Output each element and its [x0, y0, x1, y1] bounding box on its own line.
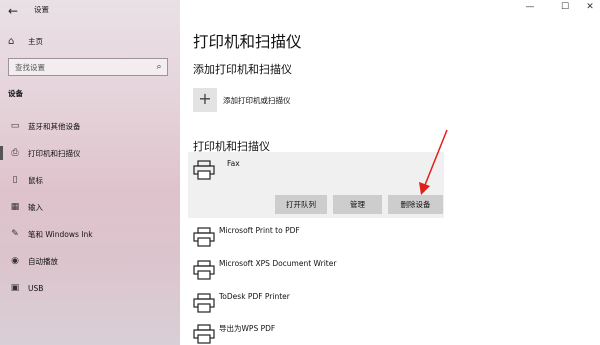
window-title: 设置	[34, 5, 49, 14]
sidebar-item-usb[interactable]: ▣ USB	[0, 278, 180, 298]
sidebar-item-label: 笔和 Windows Ink	[28, 229, 93, 239]
sidebar-item-label: 鼠标	[28, 175, 43, 185]
search-icon[interactable]: ⌕	[151, 62, 167, 72]
sidebar: ← 设置 ⌂ 主页 ⌕ 设备 ▭ 蓝牙和其他设备 ⎙ 打印机和扫描仪 ▯ 鼠标 …	[0, 0, 180, 345]
sidebar-item-bluetooth[interactable]: ▭ 蓝牙和其他设备	[0, 116, 180, 136]
sidebar-item-label: USB	[28, 283, 44, 293]
device-name: 导出为WPS PDF	[219, 324, 276, 333]
plus-icon: +	[193, 88, 217, 112]
section-title-devices: 设备	[8, 89, 23, 98]
sidebar-item-label: 打印机和扫描仪	[28, 148, 81, 158]
add-section-title: 添加打印机和扫描仪	[193, 63, 292, 76]
sidebar-item-label: 蓝牙和其他设备	[28, 121, 81, 131]
sidebar-item-label: 输入	[28, 202, 43, 212]
printer-icon	[193, 260, 215, 280]
device-list-item[interactable]: Microsoft Print to PDF	[193, 224, 493, 248]
back-arrow-icon[interactable]: ←	[8, 4, 22, 18]
sidebar-item-input[interactable]: ▦ 输入	[0, 197, 180, 217]
minimize-button[interactable]: —	[520, 2, 540, 12]
sidebar-item-mouse[interactable]: ▯ 鼠标	[0, 170, 180, 190]
keyboard-icon: ▦	[10, 202, 20, 212]
printer-icon	[193, 160, 215, 180]
search-box: ⌕	[8, 58, 168, 76]
device-list-item[interactable]: 导出为WPS PDF	[193, 321, 493, 345]
autoplay-icon: ◉	[11, 256, 19, 266]
manage-button[interactable]: 管理	[333, 195, 382, 214]
device-name: Microsoft XPS Document Writer	[219, 259, 337, 268]
home-label: 主页	[28, 36, 43, 46]
device-name: ToDesk PDF Printer	[219, 292, 290, 301]
sidebar-item-printers[interactable]: ⎙ 打印机和扫描仪	[0, 143, 180, 163]
close-button[interactable]: ✕	[580, 2, 600, 12]
printer-icon: ⎙	[11, 148, 19, 158]
device-name: Microsoft Print to PDF	[219, 226, 300, 235]
active-indicator	[0, 146, 3, 160]
sidebar-item-autoplay[interactable]: ◉ 自动播放	[0, 251, 180, 271]
printer-icon	[193, 324, 215, 344]
add-printer-label: 添加打印机或扫描仪	[223, 95, 291, 105]
remove-device-button[interactable]: 删除设备	[388, 195, 443, 214]
sidebar-home[interactable]: ⌂ 主页	[8, 34, 43, 48]
search-input[interactable]	[9, 59, 151, 75]
add-printer-button[interactable]: + 添加打印机或扫描仪	[193, 88, 291, 112]
mouse-icon: ▯	[12, 175, 18, 185]
open-queue-button[interactable]: 打开队列	[275, 195, 327, 214]
printer-icon	[193, 293, 215, 313]
home-icon: ⌂	[8, 35, 15, 47]
sidebar-item-pen[interactable]: ✎ 笔和 Windows Ink	[0, 224, 180, 244]
page-title: 打印机和扫描仪	[193, 33, 302, 51]
sidebar-item-label: 自动播放	[28, 256, 58, 266]
main-content: — ☐ ✕ 打印机和扫描仪 添加打印机和扫描仪 + 添加打印机或扫描仪 打印机和…	[180, 0, 600, 345]
device-list-item[interactable]: ToDesk PDF Printer	[193, 290, 493, 314]
printer-icon	[193, 227, 215, 247]
usb-icon: ▣	[10, 283, 20, 293]
selected-device-card[interactable]: Fax 打开队列 管理 删除设备	[188, 152, 444, 218]
bluetooth-devices-icon: ▭	[10, 121, 20, 131]
pen-icon: ✎	[11, 229, 19, 239]
device-name: Fax	[227, 159, 240, 168]
maximize-button[interactable]: ☐	[555, 2, 575, 12]
device-list-item[interactable]: Microsoft XPS Document Writer	[193, 257, 493, 281]
